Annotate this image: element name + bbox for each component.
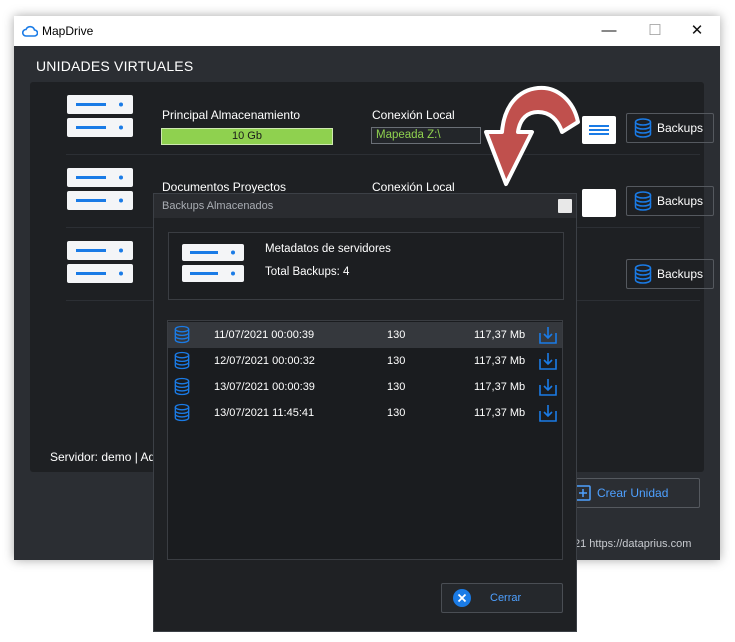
total-backups: Total Backups: 4	[265, 266, 350, 278]
list-item[interactable]: 11/07/2021 00:00:39 130 117,37 Mb	[168, 322, 562, 348]
database-icon	[174, 325, 190, 344]
database-icon	[634, 264, 652, 284]
backup-size: 117,37 Mb	[474, 329, 526, 341]
backups-label: Backups	[657, 194, 704, 208]
backups-dialog: Backups Almacenados Metadatos de servido…	[153, 193, 577, 632]
database-icon	[634, 191, 652, 211]
backup-count: 130	[387, 407, 406, 419]
download-icon[interactable]	[539, 404, 557, 422]
server-icon	[67, 168, 133, 210]
create-drive-label: Crear Unidad	[597, 486, 669, 500]
title-bar: MapDrive — ☐ ✕	[14, 16, 720, 46]
storage-progress: 10 Gb	[161, 128, 333, 145]
backup-date: 12/07/2021 00:00:32	[214, 355, 315, 367]
backup-info-box: Metadatos de servidores Total Backups: 4	[168, 232, 564, 300]
backup-date: 13/07/2021 11:45:41	[214, 407, 315, 419]
connection-label: Conexión Local	[372, 108, 455, 122]
server-icon	[182, 244, 244, 282]
add-icon	[575, 485, 591, 501]
drive-name: Metadatos de servidores	[265, 243, 391, 255]
dialog-title-bar: Backups Almacenados	[154, 194, 576, 218]
backups-button[interactable]: Backups	[626, 186, 714, 216]
download-icon[interactable]	[539, 378, 557, 396]
backup-size: 117,37 Mb	[474, 381, 526, 393]
backup-size: 117,37 Mb	[474, 355, 526, 367]
close-button[interactable]: ✕	[674, 16, 720, 46]
backup-date: 11/07/2021 00:00:39	[214, 329, 315, 341]
server-icon	[67, 95, 133, 137]
backups-button[interactable]: Backups	[626, 113, 714, 143]
close-dialog-label: Cerrar	[490, 592, 522, 604]
backup-count: 130	[387, 381, 406, 393]
dialog-title: Backups Almacenados	[162, 200, 274, 212]
create-drive-button[interactable]: Crear Unidad	[564, 478, 700, 508]
server-icon	[67, 241, 133, 283]
dialog-close-button[interactable]	[558, 199, 572, 213]
backups-list: 11/07/2021 00:00:39 130 117,37 Mb 12/07/…	[167, 320, 563, 560]
database-icon	[174, 377, 190, 396]
backups-button[interactable]: Backups	[626, 259, 714, 289]
backup-size: 117,37 Mb	[474, 407, 526, 419]
download-icon[interactable]	[539, 326, 557, 344]
backup-date: 13/07/2021 00:00:39	[214, 381, 315, 393]
list-item[interactable]: 12/07/2021 00:00:32 130 117,37 Mb	[168, 348, 562, 374]
connection-label: Conexión Local	[372, 180, 455, 194]
cloud-icon	[22, 25, 38, 37]
download-icon[interactable]	[539, 352, 557, 370]
backups-label: Backups	[657, 121, 704, 135]
backup-count: 130	[387, 355, 406, 367]
drive-row: Principal Almacenamiento 10 Gb Conexión …	[66, 82, 714, 155]
database-icon	[174, 351, 190, 370]
maximize-button[interactable]: ☐	[632, 16, 678, 46]
footer-link[interactable]: 21 https://dataprius.com	[574, 538, 691, 550]
section-heading: UNIDADES VIRTUALES	[36, 58, 194, 74]
list-item[interactable]: 13/07/2021 11:45:41 130 117,37 Mb	[168, 400, 562, 426]
database-icon	[634, 118, 652, 138]
backups-label: Backups	[657, 267, 704, 281]
drive-action-button[interactable]	[582, 189, 616, 217]
minimize-button[interactable]: —	[586, 16, 632, 46]
database-icon	[174, 403, 190, 422]
close-circle-icon	[453, 589, 471, 607]
drive-name: Principal Almacenamiento	[162, 108, 301, 122]
backup-count: 130	[387, 329, 406, 341]
drive-name: Documentos Proyectos	[162, 180, 287, 194]
list-icon	[589, 125, 609, 135]
server-status: Servidor: demo | Adı	[50, 450, 159, 464]
close-dialog-button[interactable]: Cerrar	[441, 583, 563, 613]
app-title: MapDrive	[42, 24, 94, 38]
list-item[interactable]: 13/07/2021 00:00:39 130 117,37 Mb	[168, 374, 562, 400]
curved-arrow-icon	[484, 85, 580, 186]
